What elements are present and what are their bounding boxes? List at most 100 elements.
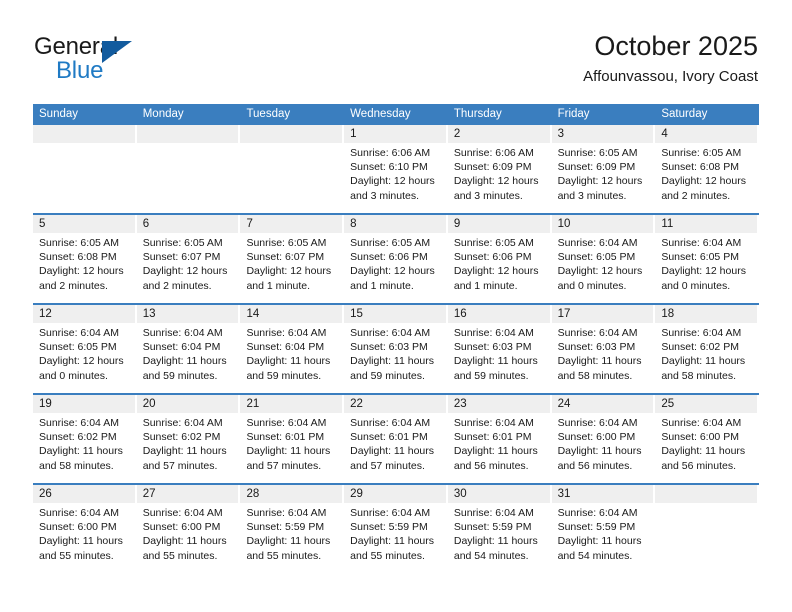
day-details: Sunrise: 6:04 AM Sunset: 6:03 PM Daylight:… [552,323,654,383]
sunset-text: Sunset: 6:00 PM [661,431,739,444]
day-cell[interactable]: 29 Sunrise: 6:04 AM Sunset: 5:59 PM Dayligh… [344,485,448,573]
day-cell-empty [33,125,137,213]
weekday-header-row: Sunday Monday Tuesday Wednesday Thursday Frid… [33,104,759,125]
daylight-text-line2: and 1 minute. [453,279,518,292]
day-cell[interactable]: 9 Sunrise: 6:05 AM Sunset: 6:06 PM Daylight… [447,215,552,303]
day-number: 23 [447,395,550,413]
daylight-text-line1: Daylight: 11 hours [142,355,227,368]
triangle-logo-icon [102,41,132,63]
daylight-text-line2: and 55 minutes. [350,549,425,562]
daylight-text-line1: Daylight: 11 hours [39,445,123,458]
sunrise-text: Sunrise: 6:04 AM [453,417,534,429]
day-cell[interactable]: 23 Sunrise: 6:04 AM Sunset: 6:01 PM Dayligh… [447,395,552,483]
daylight-text-line1: Daylight: 11 hours [246,445,331,458]
daylight-text-line1: Daylight: 12 hours [661,265,746,278]
day-number: 2 [447,125,550,143]
day-number [655,485,758,503]
sunset-text: Sunset: 6:06 PM [350,251,428,264]
day-details [240,143,342,146]
day-cell[interactable]: 3 Sunrise: 6:05 AM Sunset: 6:09 PM Daylight… [551,125,656,213]
sunrise-text: Sunrise: 6:04 AM [246,417,327,429]
day-number: 30 [447,485,550,503]
sunrise-text: Sunrise: 6:04 AM [350,327,431,339]
daylight-text-line1: Daylight: 11 hours [453,445,538,458]
day-cell[interactable]: 14 Sunrise: 6:04 AM Sunset: 6:04 PM Dayligh… [240,305,344,393]
day-cell[interactable]: 5 Sunrise: 6:05 AM Sunset: 6:08 PM Daylight… [33,215,137,303]
daylight-text-line2: and 3 minutes. [350,189,420,202]
day-number: 15 [344,305,446,323]
day-cell[interactable]: 13 Sunrise: 6:04 AM Sunset: 6:04 PM Dayligh… [136,305,241,393]
day-details: Sunrise: 6:04 AM Sunset: 5:59 PM Daylight:… [448,503,550,563]
day-cell[interactable]: 17 Sunrise: 6:04 AM Sunset: 6:03 PM Dayligh… [551,305,656,393]
day-cell[interactable]: 26 Sunrise: 6:04 AM Sunset: 6:00 PM Dayligh… [33,485,137,573]
logo-text-blue: Blue [56,57,104,84]
day-details: Sunrise: 6:04 AM Sunset: 6:00 PM Daylight:… [552,413,654,473]
day-cell[interactable]: 4 Sunrise: 6:05 AM Sunset: 6:08 PM Daylight… [655,125,759,213]
daylight-text-line1: Daylight: 12 hours [142,265,228,278]
daylight-text-line2: and 59 minutes. [246,369,322,382]
day-cell[interactable]: 21 Sunrise: 6:04 AM Sunset: 6:01 PM Dayligh… [240,395,344,483]
daylight-text-line1: Daylight: 11 hours [142,535,227,548]
day-cell[interactable]: 6 Sunrise: 6:05 AM Sunset: 6:07 PM Daylight… [136,215,241,303]
sunrise-text: Sunrise: 6:04 AM [661,417,742,429]
day-cell[interactable]: 7 Sunrise: 6:05 AM Sunset: 6:07 PM Daylight… [240,215,344,303]
general-blue-logo[interactable]: General Blue [34,33,204,89]
sunset-text: Sunset: 6:10 PM [350,161,428,174]
day-cell[interactable]: 18 Sunrise: 6:04 AM Sunset: 6:02 PM Dayligh… [655,305,759,393]
sunset-text: Sunset: 6:02 PM [142,431,221,444]
day-cell[interactable]: 10 Sunrise: 6:04 AM Sunset: 6:05 PM Dayligh… [551,215,656,303]
sunset-text: Sunset: 5:59 PM [246,521,325,534]
sunset-text: Sunset: 6:08 PM [661,161,739,174]
daylight-text-line1: Daylight: 11 hours [350,535,435,548]
day-cell[interactable]: 30 Sunrise: 6:04 AM Sunset: 5:59 PM Dayligh… [447,485,552,573]
day-cell[interactable]: 15 Sunrise: 6:04 AM Sunset: 6:03 PM Dayligh… [344,305,448,393]
daylight-text-line1: Daylight: 12 hours [39,265,124,278]
day-number [136,125,239,143]
sunrise-text: Sunrise: 6:05 AM [453,237,534,249]
day-details: Sunrise: 6:05 AM Sunset: 6:07 PM Daylight:… [137,233,239,293]
day-cell[interactable]: 24 Sunrise: 6:04 AM Sunset: 6:00 PM Dayligh… [551,395,656,483]
sunset-text: Sunset: 6:05 PM [661,251,739,264]
daylight-text-line2: and 59 minutes. [142,369,218,382]
calendar-page: General Blue October 2025 Affounvassou, … [0,0,792,612]
daylight-text-line2: and 57 minutes. [350,459,425,472]
day-cell[interactable]: 19 Sunrise: 6:04 AM Sunset: 6:02 PM Dayligh… [33,395,137,483]
daylight-text-line1: Daylight: 11 hours [350,355,435,368]
calendar-week-row: 19 Sunrise: 6:04 AM Sunset: 6:02 PM Dayligh… [33,393,759,483]
weekday-header-wednesday: Wednesday [350,108,411,120]
day-cell[interactable]: 27 Sunrise: 6:04 AM Sunset: 6:00 PM Dayligh… [136,485,241,573]
day-cell[interactable]: 25 Sunrise: 6:04 AM Sunset: 6:00 PM Dayligh… [655,395,759,483]
day-cell[interactable]: 28 Sunrise: 6:04 AM Sunset: 5:59 PM Dayligh… [240,485,344,573]
day-cell[interactable]: 12 Sunrise: 6:04 AM Sunset: 6:05 PM Dayligh… [33,305,137,393]
day-cell[interactable]: 22 Sunrise: 6:04 AM Sunset: 6:01 PM Dayligh… [344,395,448,483]
daylight-text-line2: and 57 minutes. [246,459,322,472]
day-details: Sunrise: 6:04 AM Sunset: 6:05 PM Daylight:… [655,233,757,293]
day-details: Sunrise: 6:05 AM Sunset: 6:06 PM Daylight:… [448,233,550,293]
day-cell[interactable]: 16 Sunrise: 6:04 AM Sunset: 6:03 PM Dayligh… [447,305,552,393]
day-cell[interactable]: 31 Sunrise: 6:04 AM Sunset: 5:59 PM Dayligh… [551,485,656,573]
daylight-text-line2: and 55 minutes. [142,549,218,562]
day-number: 25 [655,395,758,413]
day-number: 24 [551,395,654,413]
calendar-week-row: 26 Sunrise: 6:04 AM Sunset: 6:00 PM Dayligh… [33,483,759,573]
daylight-text-line2: and 58 minutes. [661,369,737,382]
day-cell[interactable]: 2 Sunrise: 6:06 AM Sunset: 6:09 PM Daylight… [447,125,552,213]
daylight-text-line2: and 54 minutes. [453,549,529,562]
day-cell[interactable]: 8 Sunrise: 6:05 AM Sunset: 6:06 PM Daylight… [344,215,448,303]
day-number: 16 [447,305,550,323]
daylight-text-line2: and 56 minutes. [453,459,529,472]
day-cell[interactable]: 1 Sunrise: 6:06 AM Sunset: 6:10 PM Daylight… [344,125,448,213]
sunrise-text: Sunrise: 6:05 AM [350,237,431,249]
day-cell[interactable]: 11 Sunrise: 6:04 AM Sunset: 6:05 PM Dayligh… [655,215,759,303]
sunrise-text: Sunrise: 6:04 AM [661,237,742,249]
sunrise-text: Sunrise: 6:04 AM [557,327,638,339]
daylight-text-line2: and 2 minutes. [142,279,212,292]
day-number: 9 [447,215,550,233]
day-details: Sunrise: 6:04 AM Sunset: 6:04 PM Daylight:… [240,323,342,383]
sunrise-text: Sunrise: 6:05 AM [246,237,327,249]
day-details: Sunrise: 6:05 AM Sunset: 6:07 PM Daylight:… [240,233,342,293]
daylight-text-line1: Daylight: 11 hours [661,355,746,368]
day-cell-empty [655,485,759,573]
day-cell[interactable]: 20 Sunrise: 6:04 AM Sunset: 6:02 PM Dayligh… [136,395,241,483]
day-number: 18 [655,305,758,323]
